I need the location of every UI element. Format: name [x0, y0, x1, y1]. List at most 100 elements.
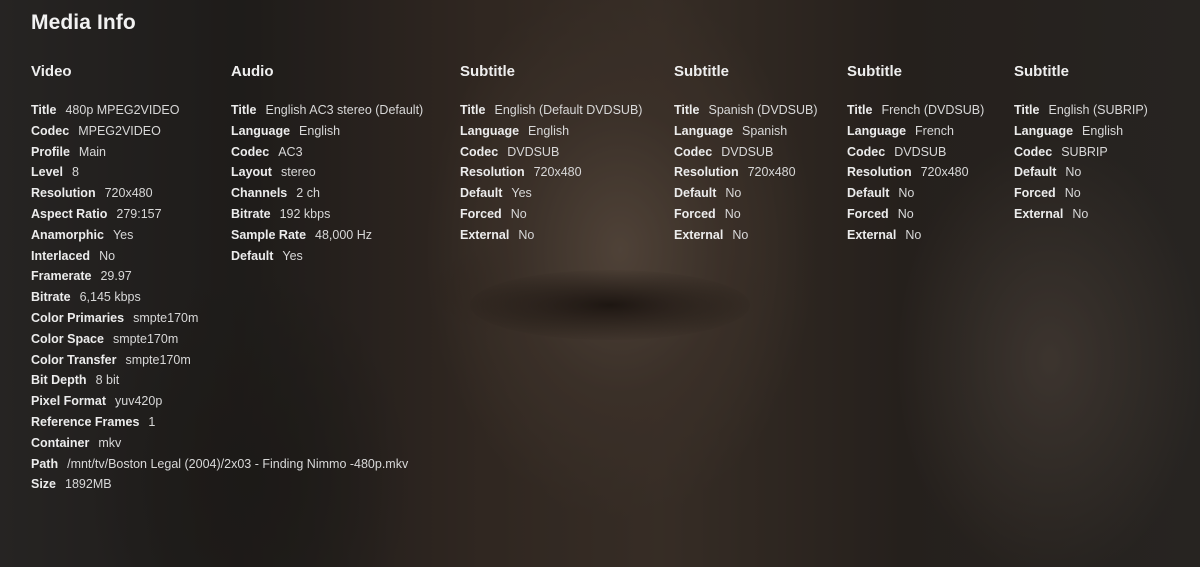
- info-value: English: [528, 123, 570, 138]
- info-value: No: [725, 186, 742, 201]
- info-row-title: Title English (Default DVDSUB): [460, 100, 642, 121]
- info-row-size: Size 1892MB: [31, 474, 408, 495]
- page-title: Media Info: [31, 11, 136, 34]
- info-label: Reference Frames: [31, 414, 140, 429]
- info-row-forced: Forced No: [674, 204, 818, 225]
- info-row-layout: Layout stereo: [231, 162, 423, 183]
- info-row-resolution: Resolution 720x480: [460, 162, 642, 183]
- info-value: /mnt/tv/Boston Legal (2004)/2x03 - Findi…: [67, 456, 409, 471]
- info-value: 1: [148, 414, 156, 429]
- info-label: Layout: [231, 165, 272, 180]
- info-label: Anamorphic: [31, 227, 104, 242]
- info-row-container: Container mkv: [31, 433, 408, 454]
- info-value: 720x480: [920, 165, 969, 180]
- info-label: Language: [674, 123, 734, 138]
- info-label: Forced: [1014, 186, 1056, 201]
- info-value: No: [510, 206, 527, 221]
- info-value: No: [724, 206, 741, 221]
- info-value: Yes: [282, 248, 303, 263]
- info-value: No: [898, 186, 915, 201]
- stream-title: Subtitle: [847, 63, 902, 80]
- info-value: French: [915, 123, 954, 138]
- info-row-external: External No: [674, 225, 818, 246]
- stream-subtitle-3: Subtitle Title French (DVDSUB) Language Fre…: [847, 62, 984, 246]
- info-value: DVDSUB: [721, 144, 774, 159]
- info-value: Main: [78, 144, 106, 159]
- info-row-language: Language English: [231, 121, 423, 142]
- info-label: Size: [31, 477, 57, 492]
- info-label: Default: [674, 186, 717, 201]
- info-row-codec: Codec DVDSUB: [674, 142, 818, 163]
- info-row-codec: Codec SUBRIP: [1014, 142, 1148, 163]
- info-value: Yes: [511, 186, 532, 201]
- info-row-title: Title French (DVDSUB): [847, 100, 984, 121]
- info-row-language: Language English: [1014, 121, 1148, 142]
- info-value: 8 bit: [95, 373, 120, 388]
- info-value: Spanish (DVDSUB): [708, 103, 818, 117]
- info-label: External: [1014, 206, 1064, 221]
- info-label: Language: [1014, 123, 1074, 138]
- media-info-panel: Media Info Video Title 480p MPEG2VIDEO Cod…: [0, 0, 1200, 567]
- info-row-color-transfer: Color Transfer smpte170m: [31, 350, 408, 371]
- info-value: 1892MB: [65, 477, 112, 492]
- info-label: Default: [1014, 165, 1057, 180]
- info-value: 480p MPEG2VIDEO: [65, 103, 180, 117]
- info-row-forced: Forced No: [460, 204, 642, 225]
- info-row-language: Language French: [847, 121, 984, 142]
- info-value: 8: [71, 165, 79, 180]
- info-value: 720x480: [104, 186, 153, 201]
- info-label: Sample Rate: [231, 227, 307, 242]
- info-row-external: External No: [847, 225, 984, 246]
- info-row-title: Title English AC3 stereo (Default): [231, 100, 423, 121]
- info-label: Codec: [31, 123, 70, 138]
- info-label: Language: [847, 123, 907, 138]
- info-label: Default: [460, 186, 503, 201]
- info-label: Default: [847, 186, 890, 201]
- info-label: Color Transfer: [31, 352, 117, 367]
- info-label: Level: [31, 165, 63, 180]
- info-row-default: Default Yes: [460, 183, 642, 204]
- info-value: 48,000 Hz: [315, 227, 373, 242]
- info-value: 2 ch: [296, 186, 320, 201]
- info-value: English (Default DVDSUB): [494, 103, 643, 117]
- info-label: Path: [31, 456, 59, 471]
- info-row-external: External No: [1014, 204, 1148, 225]
- info-value: English AC3 stereo (Default): [265, 103, 424, 117]
- info-label: Forced: [674, 206, 716, 221]
- info-label: Title: [674, 103, 700, 117]
- info-label: Resolution: [674, 165, 739, 180]
- stream-title: Subtitle: [1014, 63, 1069, 80]
- info-label: Pixel Format: [31, 394, 107, 409]
- stream-title: Audio: [231, 63, 274, 80]
- info-label: Language: [231, 123, 291, 138]
- info-value: DVDSUB: [507, 144, 560, 159]
- stream-subtitle-1: Subtitle Title English (Default DVDSUB) La…: [460, 62, 642, 246]
- info-value: French (DVDSUB): [881, 103, 985, 117]
- info-value: English: [299, 123, 341, 138]
- info-label: Interlaced: [31, 248, 91, 263]
- info-row-external: External No: [460, 225, 642, 246]
- info-row-color-space: Color Space smpte170m: [31, 329, 408, 350]
- info-value: No: [897, 206, 914, 221]
- info-label: Bit Depth: [31, 373, 87, 388]
- info-row-sample-rate: Sample Rate 48,000 Hz: [231, 225, 423, 246]
- info-value: 192 kbps: [279, 206, 331, 221]
- info-row-codec: Codec AC3: [231, 142, 423, 163]
- info-value: DVDSUB: [894, 144, 947, 159]
- info-row-framerate: Framerate 29.97: [31, 266, 408, 287]
- info-row-default: Default No: [674, 183, 818, 204]
- info-row-title: Title English (SUBRIP): [1014, 100, 1148, 121]
- info-row-forced: Forced No: [1014, 183, 1148, 204]
- info-row-bitrate: Bitrate 192 kbps: [231, 204, 423, 225]
- info-label: External: [460, 227, 510, 242]
- info-value: 279:157: [116, 206, 162, 221]
- info-label: Forced: [460, 206, 502, 221]
- info-row-color-primaries: Color Primaries smpte170m: [31, 308, 408, 329]
- info-value: Yes: [112, 227, 134, 242]
- info-label: Resolution: [31, 186, 96, 201]
- info-label: Codec: [847, 144, 886, 159]
- info-row-language: Language Spanish: [674, 121, 818, 142]
- info-row-reference-frames: Reference Frames 1: [31, 412, 408, 433]
- info-value: SUBRIP: [1061, 144, 1108, 159]
- info-label: Default: [231, 248, 274, 263]
